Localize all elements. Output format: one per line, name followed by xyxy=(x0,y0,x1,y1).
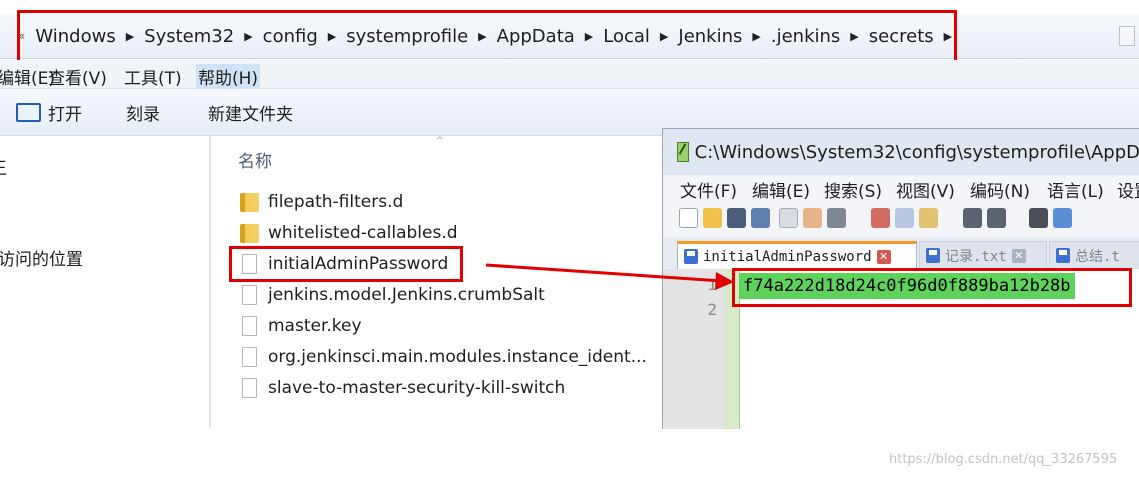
watermark: https://blog.csdn.net/qq_33267595 xyxy=(889,452,1118,467)
arrow-head-icon xyxy=(715,272,734,290)
annotation-arrow xyxy=(485,263,734,290)
arrow-shaft xyxy=(485,263,723,283)
